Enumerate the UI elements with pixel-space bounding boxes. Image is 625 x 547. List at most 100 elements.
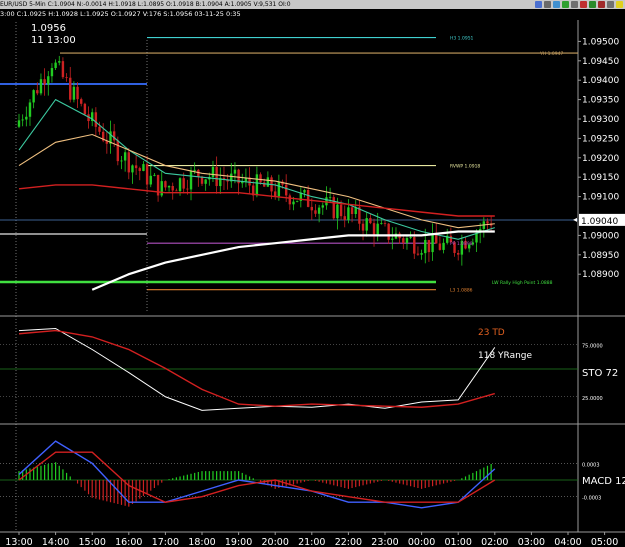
price-candle	[149, 175, 152, 185]
price-candle	[50, 68, 54, 77]
price-candle	[457, 252, 460, 255]
price-candle	[98, 126, 101, 132]
price-candle	[376, 223, 379, 236]
price-candle	[427, 239, 431, 253]
price-candle	[72, 86, 76, 100]
macd-line	[18, 451, 496, 503]
price-candle	[39, 79, 43, 94]
price-candle	[134, 165, 138, 169]
price-candle	[347, 207, 350, 221]
price-candle	[164, 181, 167, 188]
price-candle	[171, 186, 174, 191]
price-candle	[310, 206, 313, 211]
price-candle	[295, 200, 299, 202]
price-candle	[65, 77, 68, 78]
price-candle	[153, 174, 156, 176]
price-tick-label: 1.09200	[582, 154, 619, 164]
price-tick-label: 1.09450	[582, 57, 619, 67]
price-candle	[32, 90, 35, 103]
macd-axis-label: MACD 12	[582, 476, 625, 487]
chart-window: EUR/USD 5-Min C:1.0904 N:-0.0014 H:1.091…	[0, 0, 625, 547]
price-candle	[409, 237, 412, 239]
price-candle	[80, 99, 83, 104]
price-candle	[58, 61, 61, 63]
time-tick-label: 16:00	[115, 537, 142, 547]
price-tick-label: 1.09400	[582, 76, 619, 86]
price-tick-label: 1.09150	[582, 173, 619, 183]
macd-tick-label: 0.0003	[582, 462, 600, 468]
last-price-label: 1.09040	[581, 217, 618, 227]
price-candle	[175, 190, 178, 192]
price-candle	[332, 197, 335, 219]
price-candle	[28, 102, 32, 117]
price-candle	[69, 77, 72, 100]
time-tick-label: 20:00	[262, 537, 289, 547]
price-candle	[47, 76, 50, 85]
price-candle	[211, 166, 215, 178]
pivot-level-label: L3 1.0886	[450, 288, 473, 294]
price-candle	[365, 218, 368, 231]
pivot-level-label: LW Rally High Point 1.0888	[492, 280, 553, 286]
price-candle	[43, 79, 46, 85]
price-candle	[83, 103, 87, 115]
sto-tick-label: 75.0000	[582, 343, 603, 349]
time-tick-label: 15:00	[79, 537, 106, 547]
td-annotation: 23 TD	[478, 328, 505, 338]
time-tick-label: 14:00	[42, 537, 69, 547]
time-tick-label: 01:00	[445, 537, 472, 547]
price-candle	[314, 210, 317, 214]
price-candle	[317, 207, 321, 214]
price-candle	[336, 204, 339, 219]
price-candle	[233, 169, 237, 174]
price-candle	[215, 166, 218, 187]
time-tick-label: 17:00	[152, 537, 179, 547]
time-tick-label: 03:00	[518, 537, 545, 547]
price-candle	[123, 152, 127, 161]
price-candle	[350, 207, 354, 215]
price-candle	[383, 223, 387, 224]
price-candle	[76, 86, 79, 100]
price-tick-label: 1.08900	[582, 270, 619, 280]
price-candle	[339, 204, 343, 217]
price-candle	[442, 242, 445, 250]
price-candle	[413, 237, 416, 254]
price-candle	[160, 181, 163, 196]
price-tick-label: 1.09300	[582, 115, 619, 125]
macd-tick-label: -0.0003	[582, 496, 601, 502]
pivot-level-label: RVWP 1.0918	[450, 164, 480, 170]
price-candle	[138, 168, 141, 171]
pivot-level-label: PP 1.0898	[450, 241, 473, 247]
macd-line	[18, 440, 496, 509]
price-candle	[266, 177, 270, 187]
price-candle	[284, 184, 288, 196]
price-candle	[277, 181, 281, 197]
price-candle	[116, 140, 120, 162]
price-candle	[142, 164, 145, 171]
time-tick-label: 22:00	[335, 537, 362, 547]
cursor-time-readout: 11 13:00	[31, 35, 76, 46]
price-candle	[303, 189, 306, 193]
price-candle	[361, 223, 365, 231]
price-candle	[274, 191, 277, 197]
price-tick-label: 1.09500	[582, 37, 619, 47]
price-candle	[120, 160, 123, 162]
time-tick-label: 13:00	[5, 537, 32, 547]
last-price-marker	[573, 217, 577, 222]
price-candle	[292, 201, 295, 205]
time-tick-label: 18:00	[188, 537, 215, 547]
price-candle	[391, 238, 394, 240]
price-chart[interactable]: H3 1.0951 YH 1.0947 RVWP 1.0918 PP 1.0898 LW…	[0, 0, 625, 547]
price-candle	[387, 223, 390, 240]
price-candle	[420, 253, 423, 255]
sto-axis-label: STO 72	[582, 368, 618, 379]
price-candle	[372, 223, 376, 236]
time-tick-label: 02:00	[481, 537, 508, 547]
time-tick-label: 21:00	[298, 537, 325, 547]
price-candle	[182, 178, 185, 189]
price-candle	[54, 62, 57, 69]
price-tick-label: 1.09100	[582, 193, 619, 203]
time-tick-label: 04:00	[554, 537, 581, 547]
price-candle	[328, 197, 332, 198]
time-tick-label: 23:00	[371, 537, 398, 547]
price-candle	[431, 233, 434, 253]
